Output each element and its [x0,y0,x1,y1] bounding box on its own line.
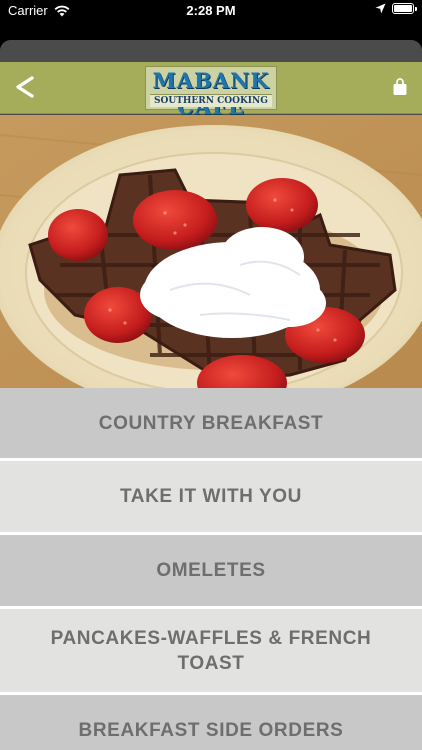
status-right [375,3,417,14]
menu-item-label: BREAKFAST SIDE ORDERS [78,720,344,741]
menu-category-list: COUNTRY BREAKFAST TAKE IT WITH YOU OMELE… [0,388,422,750]
battery-icon [392,3,417,14]
menu-item-omeletes[interactable]: OMELETES [0,535,422,609]
sheet-top-strip [0,40,422,62]
app-header: MABANK CAFE SOUTHERN COOKING [0,62,422,119]
shopping-bag-icon [393,78,407,95]
menu-item-label: TAKE IT WITH YOU [119,486,302,507]
chevron-left-icon [16,76,34,98]
app-sheet: MABANK CAFE SOUTHERN COOKING [0,40,422,750]
menu-item-label: PANCAKES-WAFFLES & FRENCH TOAST [50,627,372,674]
status-bar: Carrier 2:28 PM [0,0,422,22]
menu-item-label: OMELETES [156,560,266,581]
logo-subtitle: SOUTHERN COOKING [150,94,272,107]
menu-item-pancakes-waffles-french-toast[interactable]: PANCAKES-WAFFLES & FRENCH TOAST [0,609,422,695]
cart-button[interactable] [392,78,408,96]
hero-food-image [0,115,422,388]
menu-item-country-breakfast[interactable]: COUNTRY BREAKFAST [0,388,422,461]
location-arrow-icon [375,3,386,14]
menu-item-breakfast-side-orders[interactable]: BREAKFAST SIDE ORDERS [0,695,422,750]
back-button[interactable] [10,72,40,102]
menu-item-take-it-with-you[interactable]: TAKE IT WITH YOU [0,461,422,535]
menu-item-label: COUNTRY BREAKFAST [98,412,324,434]
status-time: 2:28 PM [186,3,236,18]
cafe-logo: MABANK CAFE SOUTHERN COOKING [145,66,277,119]
